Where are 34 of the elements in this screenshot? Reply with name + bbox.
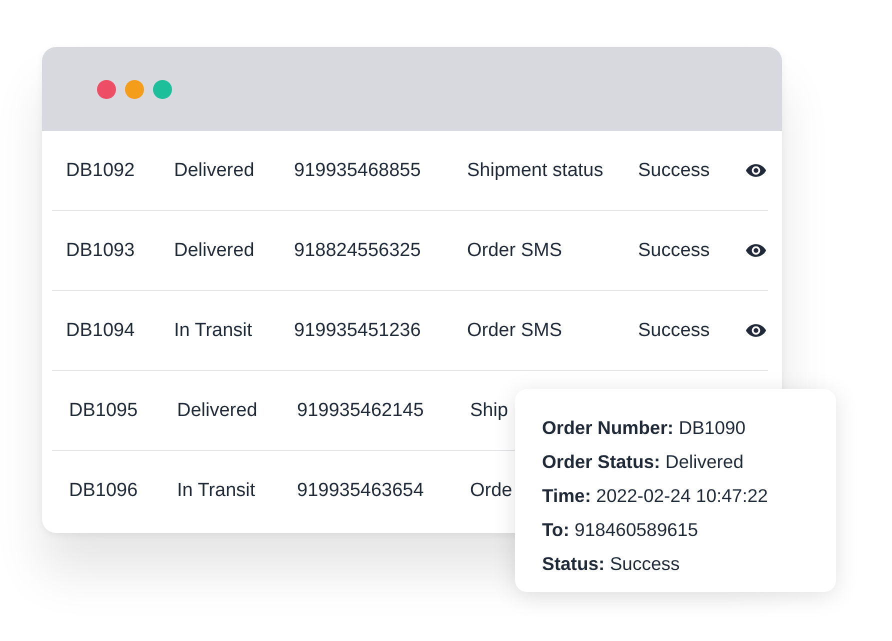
table-cell-text: Order SMS: [467, 320, 564, 342]
window-control-dot[interactable]: [125, 80, 144, 98]
table-cell-text: Delivered: [174, 240, 256, 262]
window-control-dot[interactable]: [97, 80, 116, 98]
table-cell-text: Success: [638, 160, 711, 182]
table-cell-text: 919935451236: [294, 320, 422, 342]
table-cell-text: Shipment status: [467, 160, 604, 182]
detail-line: Order Number: DB1090: [542, 416, 747, 440]
table-cell-text: 919935463654: [297, 480, 425, 502]
table-cell-text: DB1094: [66, 320, 136, 342]
table-cell-text: In Transit: [174, 320, 254, 342]
detail-line: Status: Success: [542, 552, 681, 576]
table-cell-text: In Transit: [177, 480, 256, 502]
eye-icon[interactable]: [745, 243, 767, 258]
eye-icon[interactable]: [745, 323, 767, 338]
detail-line: To: 918460589615: [542, 518, 699, 542]
detail-line: Time: 2022-02-24 10:47:22: [542, 484, 769, 508]
table-cell-text: DB1095: [69, 400, 139, 422]
table-cell-text: DB1096: [69, 480, 139, 502]
table-cell-text: 918824556325: [294, 240, 422, 262]
table-cell-text: Success: [638, 240, 711, 262]
table-cell-text: Delivered: [174, 160, 256, 182]
window-control-dot[interactable]: [153, 80, 172, 98]
table-cell: Orde: [470, 480, 512, 502]
table-cell-text: 919935468855: [294, 160, 422, 182]
table-cell: Ship: [470, 400, 508, 422]
eye-icon[interactable]: [745, 163, 767, 178]
table-cell-text: Success: [638, 320, 711, 342]
table-cell-text: 919935462145: [297, 400, 425, 422]
table-cell-text: DB1092: [66, 160, 136, 182]
detail-line: Order Status: Delivered: [542, 450, 745, 474]
table-cell-text: Delivered: [177, 400, 258, 422]
table-cell-text: Order SMS: [467, 240, 564, 262]
table-cell-text: DB1093: [66, 240, 136, 262]
